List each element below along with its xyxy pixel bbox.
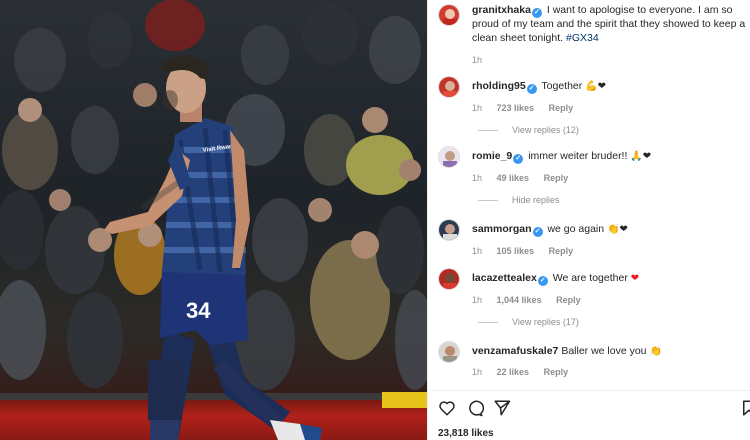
comment-text: immer weiter bruder!! — [528, 150, 628, 162]
commenter-username[interactable]: sammorgan — [472, 223, 532, 235]
comment-emoji: ❤ — [630, 273, 640, 284]
replies-label: Hide replies — [512, 195, 560, 205]
actions-divider — [428, 390, 750, 391]
comment-time: 1h — [472, 103, 483, 113]
comment-time: 1h — [472, 295, 483, 305]
post-caption: granitxhaka ✓ I want to apologise to ever… — [438, 4, 748, 65]
reply-button[interactable]: Reply — [544, 173, 569, 183]
comment-text: We are together — [552, 272, 628, 284]
post-time: 1h — [472, 55, 483, 65]
comment-emoji: 💪❤ — [585, 81, 607, 92]
comments-panel: granitxhaka ✓ I want to apologise to ever… — [427, 0, 750, 440]
comment-text: Together — [541, 80, 583, 92]
comment-time: 1h — [472, 246, 483, 256]
verified-badge-icon: ✓ — [531, 8, 542, 18]
likes-count[interactable]: 23,818 likes — [438, 428, 494, 439]
author-username[interactable]: granitxhaka — [472, 4, 531, 16]
comment-item: romie_9 ✓ immer weiter bruder!! 🙏❤ 1h 49 … — [438, 146, 748, 205]
hashtag-link[interactable]: #GX34 — [566, 32, 599, 44]
comment-likes[interactable]: 723 likes — [497, 103, 535, 113]
commenter-avatar[interactable] — [438, 219, 460, 241]
replies-label: View replies (17) — [512, 317, 579, 327]
comment-text: we go again — [547, 223, 605, 235]
bookmark-icon[interactable] — [740, 399, 750, 417]
comment-likes[interactable]: 105 likes — [497, 246, 535, 256]
shorts-number: 34 — [186, 298, 211, 323]
commenter-avatar[interactable] — [438, 268, 460, 290]
author-avatar[interactable] — [438, 4, 460, 26]
view-replies-button[interactable]: View replies (12) — [478, 125, 748, 135]
comment-emoji: 🙏❤ — [630, 151, 652, 162]
comment-emoji: 👏 — [649, 346, 662, 357]
verified-badge-icon: ✓ — [513, 154, 524, 164]
commenter-username[interactable]: rholding95 — [472, 80, 526, 92]
comment-time: 1h — [472, 173, 483, 183]
comment-time: 1h — [472, 367, 483, 377]
commenter-username[interactable]: venzamafuskale7 — [472, 345, 558, 357]
comment-likes[interactable]: 49 likes — [497, 173, 530, 183]
share-icon[interactable] — [493, 399, 511, 417]
verified-badge-icon: ✓ — [526, 84, 537, 94]
reply-button[interactable]: Reply — [549, 103, 574, 113]
verified-badge-icon: ✓ — [532, 227, 543, 237]
comment-likes[interactable]: 22 likes — [497, 367, 530, 377]
comment-item: sammorgan ✓ we go again 👏❤ 1h 105 likes R… — [438, 219, 748, 256]
comment-item: venzamafuskale7 Baller we love you 👏 1h … — [438, 341, 748, 377]
view-replies-button[interactable]: View replies (17) — [478, 317, 748, 327]
comment-icon[interactable] — [466, 399, 485, 417]
commenter-avatar[interactable] — [438, 341, 460, 363]
post-actions — [438, 399, 750, 419]
commenter-avatar[interactable] — [438, 76, 460, 98]
commenter-avatar[interactable] — [438, 146, 460, 168]
reply-button[interactable]: Reply — [556, 295, 581, 305]
post-photo[interactable]: 34 Visit Rwanda — [0, 0, 427, 440]
heart-icon[interactable] — [438, 399, 456, 417]
comment-item: rholding95 ✓ Together 💪❤ 1h 723 likes Rep… — [438, 76, 748, 135]
reply-button[interactable]: Reply — [544, 367, 569, 377]
verified-badge-icon: ✓ — [537, 276, 548, 286]
commenter-username[interactable]: lacazettealex — [472, 272, 537, 284]
comment-likes[interactable]: 1,044 likes — [497, 295, 542, 305]
replies-label: View replies (12) — [512, 125, 579, 135]
hide-replies-button[interactable]: Hide replies — [478, 195, 748, 205]
player-figure: 34 Visit Rwanda — [104, 55, 322, 440]
comment-item: lacazettealex ✓ We are together ❤ 1h 1,04… — [438, 268, 748, 327]
commenter-username[interactable]: romie_9 — [472, 150, 512, 162]
comment-emoji: 👏❤ — [607, 224, 628, 235]
reply-button[interactable]: Reply — [549, 246, 574, 256]
comment-text: Baller we love you — [561, 345, 647, 357]
